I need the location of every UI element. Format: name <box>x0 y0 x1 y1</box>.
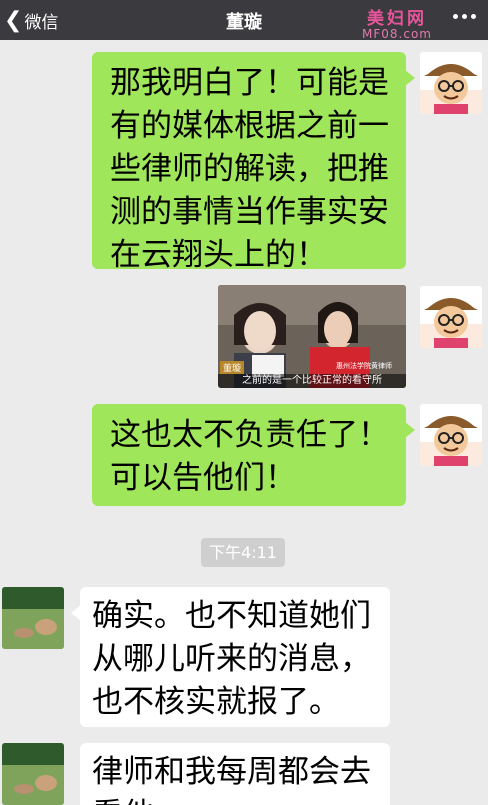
message-line: 在云翔头上的！ <box>110 237 327 273</box>
message-line: 些律师的解读，把推 <box>110 151 389 187</box>
video-message[interactable]: 董璇 惠州法学院黄律师 之前的是一个比较正常的看守所 <box>218 285 406 388</box>
message-line: 确实。也不知道她们 <box>92 598 371 634</box>
more-icon[interactable] <box>453 14 476 19</box>
cartoon-avatar-icon <box>420 52 482 114</box>
time-divider: 下午4:11 <box>201 538 285 567</box>
name-tag: 董璇 <box>220 361 245 374</box>
message-line: 测的事情当作事实安 <box>110 194 389 230</box>
video-thumbnail <box>218 285 406 388</box>
avatar-self[interactable] <box>420 52 482 114</box>
message-bubble-self[interactable]: 这也太不负责任了！ 可以告他们！ <box>92 404 415 506</box>
message-line: 看他 <box>92 794 390 805</box>
cartoon-avatar-icon <box>420 286 482 348</box>
message-bubble-other[interactable]: 律师和我每周都会去 看他 <box>80 743 390 805</box>
message-line: 律师和我每周都会去 <box>92 754 371 790</box>
video-caption: 之前的是一个比较正常的看守所 <box>218 374 406 388</box>
message-line: 可以告他们！ <box>110 460 296 496</box>
message-bubble-other[interactable]: 确实。也不知道她们 从哪儿听来的消息， 也不核实就报了。 <box>71 587 390 727</box>
watermark-sub: MF08.com <box>362 27 432 41</box>
watermark-main: 美妇网 <box>367 9 428 29</box>
site-watermark: 美妇网 MF08.com <box>362 4 432 41</box>
avatar-self[interactable] <box>420 286 482 348</box>
avatar-other[interactable] <box>2 743 64 805</box>
overlay-text: 惠州法学院黄律师 <box>336 362 392 370</box>
message-line: 从哪儿听来的消息， <box>92 641 371 677</box>
message-line: 也不核实就报了。 <box>92 684 340 720</box>
kangaroo-photo-icon <box>2 743 64 805</box>
message-line: 这也太不负责任了！ <box>110 417 389 453</box>
message-bubble-self[interactable]: 那我明白了！可能是 有的媒体根据之前一 些律师的解读，把推 测的事情当作事实安 … <box>92 52 415 273</box>
message-line: 那我明白了！可能是 <box>110 65 389 101</box>
avatar-other[interactable] <box>2 587 64 649</box>
cartoon-avatar-icon <box>420 404 482 466</box>
chat-header: ❮ 微信 董璇 美妇网 MF08.com <box>0 0 488 41</box>
message-line: 有的媒体根据之前一 <box>110 108 389 144</box>
avatar-self[interactable] <box>420 404 482 466</box>
kangaroo-photo-icon <box>2 587 64 649</box>
